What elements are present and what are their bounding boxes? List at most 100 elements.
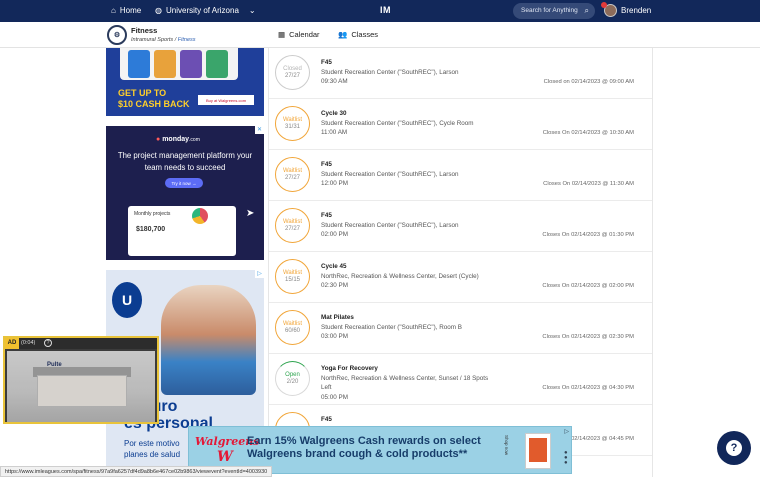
insurer-logo: U [112,282,142,318]
info-icon[interactable]: ? [44,339,52,347]
monday-card-title: Monthly projects [134,211,171,217]
capacity-ring: Open 2/20 [275,361,310,396]
class-time: 12:00 PM [321,180,348,187]
ad1-headline-line: GET UP TO $10 CASH BACK [118,88,190,109]
product-box-2 [154,50,176,78]
status-badge: Waitlist [282,117,303,123]
capacity-count: 2/20 [286,379,299,385]
class-row[interactable]: Waitlist 27/27 F45 Student Recreation Cente… [269,201,652,252]
tab-calendar[interactable]: ▦ Calendar [278,30,320,39]
registration-close-time: Closes On 02/14/2023 @ 02:00 PM [542,283,634,289]
class-name: F45 [321,161,332,168]
breadcrumb-fitness[interactable]: Fitness [178,37,196,43]
home-icon: ⌂ [111,6,116,15]
class-info: Cycle 30 Student Recreation Center ("Sout… [321,109,511,138]
breadcrumb-separator: / [174,37,177,43]
tab-classes[interactable]: 👥 Classes [338,30,378,39]
banner-copy: Earn 15% Walgreens Cash rewards on selec… [247,435,481,460]
capacity-count: 27/27 [284,73,300,79]
class-row[interactable]: Waitlist 60/60 Mat Pilates Student Recreati… [269,303,652,354]
pulte-logo: Pulte [47,362,62,368]
page-title: Fitness [131,26,158,35]
registration-close-time: Closes On 02/14/2023 @ 10:30 AM [542,130,634,136]
class-location-extra: Left [321,384,332,391]
class-info: F45 Student Recreation Center ("SouthREC"… [321,211,511,240]
users-icon: 👥 [338,30,348,39]
class-info: F45 Student Recreation Center ("SouthREC"… [321,160,511,189]
product-image [525,433,551,469]
class-name: Mat Pilates [321,314,354,321]
class-row[interactable]: Waitlist 27/27 F45 Student Recreation Cente… [269,150,652,201]
user-name[interactable]: Brenden [621,6,651,15]
ad3-body: Por este motivo planes de salud [124,439,181,459]
video-ad-frame: Pulte [7,351,155,422]
class-info: F45 Student Recreation Center ("SouthREC"… [321,58,511,87]
monday-try-button[interactable]: Try it now → [165,178,203,188]
status-badge: Waitlist [282,219,303,225]
adchoices-icon[interactable]: ▷ [564,428,569,435]
class-location: Student Recreation Center ("SouthREC"), … [321,323,462,331]
class-location: NorthRec, Recreation & Wellness Center, … [321,272,479,280]
class-location: Student Recreation Center ("SouthREC"), … [321,170,459,178]
class-name: Yoga For Recovery [321,365,378,372]
breadcrumb: Intramural Sports / Fitness [131,37,196,43]
notification-badge [601,2,607,8]
registration-close-time: Closed on 02/14/2023 @ 09:00 AM [543,79,634,85]
class-location: NorthRec, Recreation & Wellness Center, … [321,374,489,382]
calendar-icon: ▦ [278,30,286,39]
class-info: Cycle 45 NorthRec, Recreation & Wellness … [321,262,511,291]
registration-close-time: Closes On 02/14/2023 @ 11:30 AM [543,181,634,187]
class-row[interactable]: Open 2/20 Yoga For Recovery NorthRec, Recre… [269,354,652,405]
search-input[interactable]: Search for Anything ⌕ [513,3,595,19]
school-icon: ◍ [155,6,162,15]
monday-card-amount: $180,700 [136,226,166,233]
class-time: 02:00 PM [321,231,348,238]
pie-chart-icon [192,208,208,224]
class-info: Yoga For Recovery NorthRec, Recreation & … [321,364,511,402]
capacity-count: 60/60 [284,328,300,334]
class-name: Cycle 30 [321,110,347,117]
help-button[interactable]: ? [717,431,751,465]
ad-close-icon[interactable]: ✕ [255,126,264,134]
video-ad-timer: (0:04) [21,340,36,346]
home-link[interactable]: ⌂ Home [111,6,141,15]
class-list: Closed 27/27 F45 Student Recreation Center … [268,48,653,477]
ad1-headline: GET UP TO $10 CASH BACK [118,88,190,110]
imleagues-logo[interactable]: IM [380,5,391,15]
breadcrumb-intramural[interactable]: Intramural Sports [131,37,173,43]
class-row[interactable]: Closed 27/27 F45 Student Recreation Center … [269,48,652,99]
capacity-ring: Waitlist 31/31 [275,106,310,141]
capacity-count: 27/27 [284,226,300,232]
top-navbar: ⌂ Home ◍ University of Arizona ⌄ IM Sear… [0,0,760,22]
status-badge: Waitlist [282,270,303,276]
class-location: Student Recreation Center ("SouthREC"), … [321,119,474,127]
search-placeholder: Search for Anything [521,7,578,14]
class-info: Mat Pilates Student Recreation Center ("S… [321,313,511,342]
tab-classes-label: Classes [351,30,379,39]
class-time: 03:00 PM [321,333,348,340]
walgreens-side-ad[interactable]: GET UP TO $10 CASH BACK Buy at Walgreens… [106,48,264,116]
class-name: F45 [321,416,332,423]
ad-close-icon[interactable]: ▷ [255,270,264,278]
carousel-dots[interactable]: ● ● ● [564,450,568,466]
tab-calendar-label: Calendar [289,30,320,39]
capacity-count: 27/27 [284,175,300,181]
monday-card: Monthly projects $180,700 [128,206,236,256]
product-box-1 [128,50,150,78]
shop-now-link[interactable]: Shop now [499,435,509,455]
class-time: 05:00 PM [321,393,348,401]
school-selector[interactable]: ◍ University of Arizona ⌄ [155,6,256,15]
page-header: ⚙ Fitness Intramural Sports / Fitness ▦ … [0,22,760,48]
video-ad[interactable]: AD (0:04) ? Pulte [3,336,159,424]
class-row[interactable]: Waitlist 31/31 Cycle 30 Student Recreation … [269,99,652,150]
class-info: F45 [321,415,511,425]
status-badge: Closed [283,66,302,72]
monday-ad[interactable]: ✕ ● monday.com The project management pl… [106,126,264,260]
capacity-ring: Waitlist 60/60 [275,310,310,345]
search-icon[interactable]: ⌕ [585,6,589,16]
class-row[interactable]: Waitlist 15/15 Cycle 45 NorthRec, Recreatio… [269,252,652,303]
capacity-count: 15/15 [284,277,300,283]
capacity-ring: Waitlist 27/27 [275,157,310,192]
fitness-icon: ⚙ [107,25,127,45]
ad1-tag: Buy at Walgreens.com [198,95,254,105]
